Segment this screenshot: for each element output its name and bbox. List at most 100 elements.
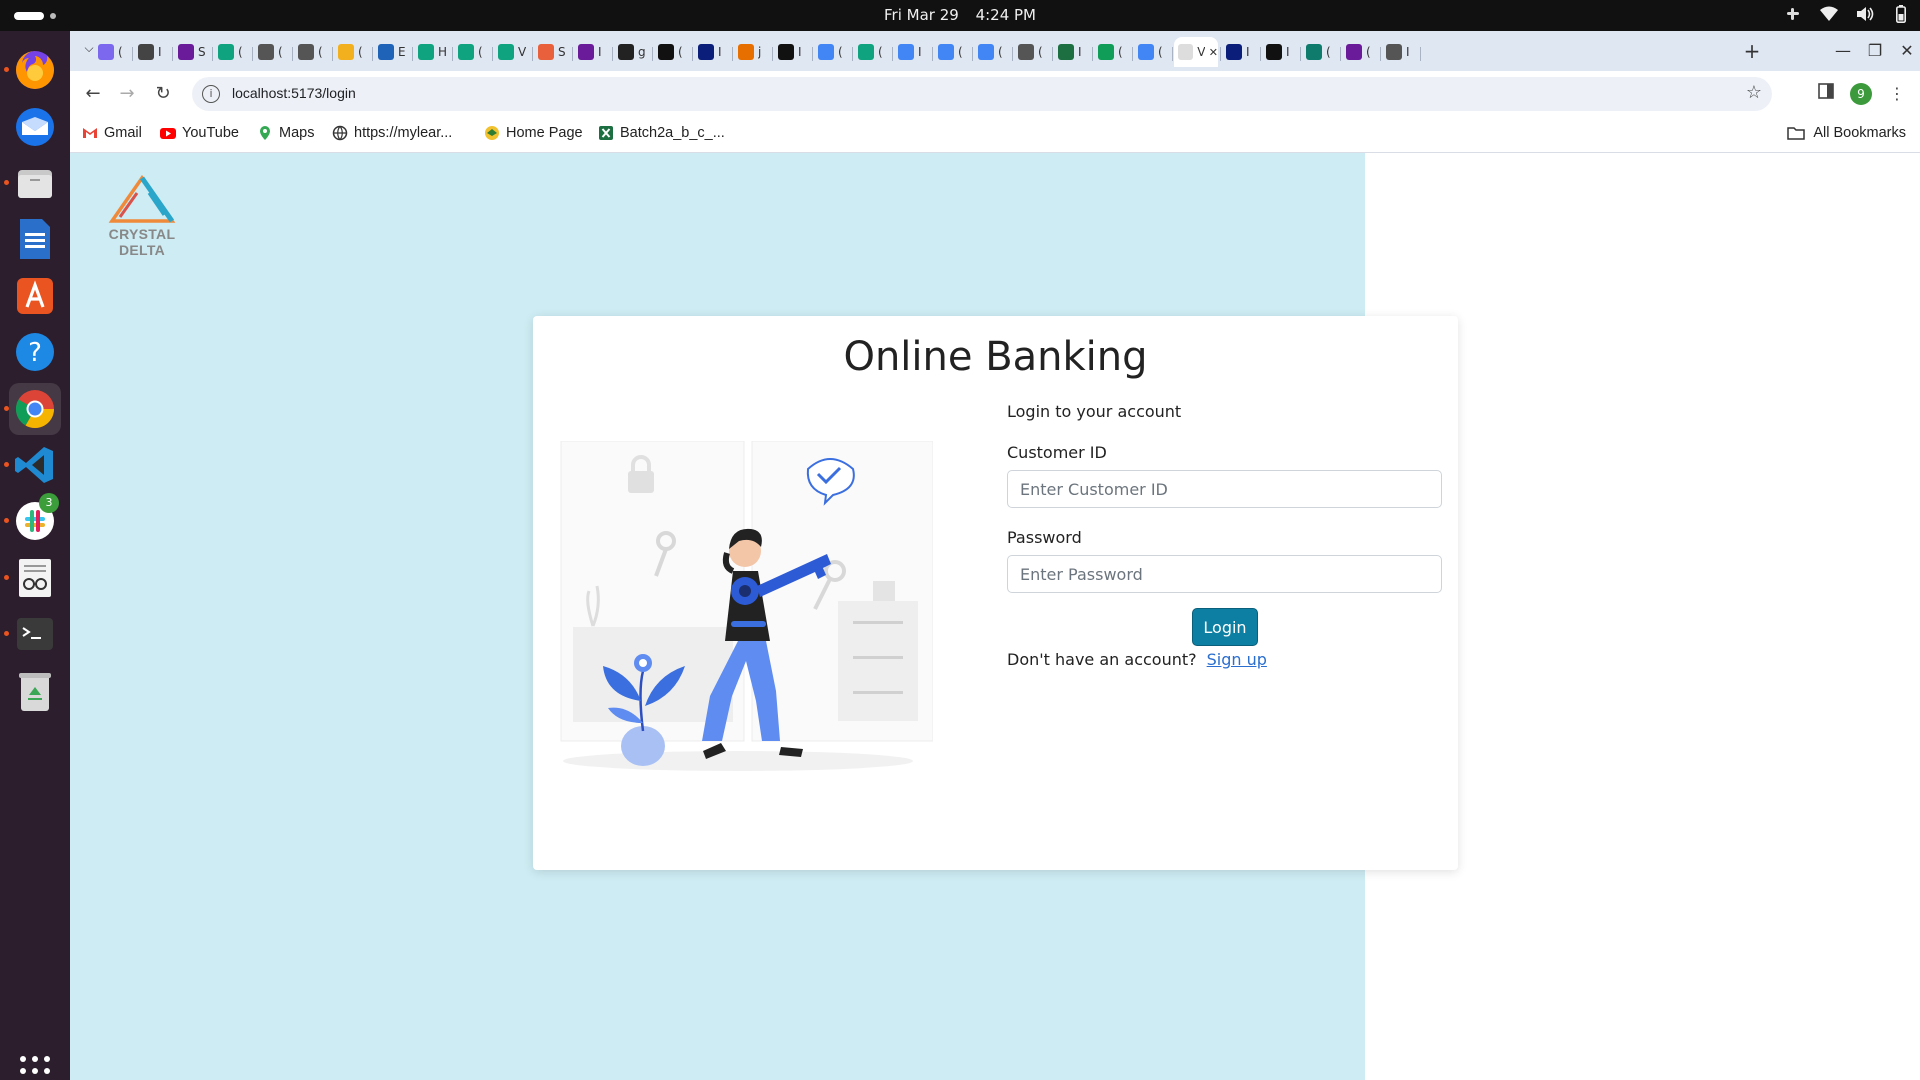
vscode-icon <box>15 447 53 483</box>
site-info-icon[interactable]: i <box>202 85 220 103</box>
tab[interactable]: ( <box>94 37 130 67</box>
side-panel-icon[interactable] <box>1814 82 1838 106</box>
tab[interactable]: g <box>614 37 650 67</box>
tab[interactable]: S <box>174 37 210 67</box>
back-icon[interactable]: ← <box>80 81 106 107</box>
tab[interactable]: H <box>414 37 450 67</box>
bookmark-maps[interactable]: Maps <box>257 125 314 141</box>
dock-files[interactable] <box>4 157 61 209</box>
tab-favicon-icon <box>618 44 634 60</box>
tab-favicon-icon <box>138 44 154 60</box>
login-button[interactable]: Login <box>1192 608 1258 646</box>
battery-icon[interactable] <box>1892 5 1910 23</box>
tab-separator <box>452 47 453 61</box>
address-bar[interactable]: i localhost:5173/login ☆ <box>192 77 1772 111</box>
url-text[interactable]: localhost:5173/login <box>232 85 356 101</box>
dock-app-center[interactable] <box>9 270 61 322</box>
close-tab-icon[interactable]: ✕ <box>1209 46 1218 59</box>
restore-icon[interactable]: ❐ <box>1862 39 1888 65</box>
bookmark-youtube[interactable]: YouTube <box>160 125 239 141</box>
tab[interactable]: I <box>774 37 810 67</box>
bookmark-star-icon[interactable]: ☆ <box>1746 82 1762 103</box>
tab-active[interactable]: V ✕ <box>1174 37 1218 67</box>
tab-title: S <box>558 45 566 59</box>
password-input[interactable] <box>1007 555 1442 593</box>
tab-separator <box>412 47 413 61</box>
tab[interactable]: ( <box>334 37 370 67</box>
tab[interactable]: I <box>1222 37 1258 67</box>
tab-separator <box>892 47 893 61</box>
tab[interactable]: I <box>1054 37 1090 67</box>
tab-favicon-icon <box>1266 44 1282 60</box>
slack-tray-icon[interactable] <box>1784 5 1802 23</box>
tab-separator <box>492 47 493 61</box>
wifi-icon[interactable] <box>1820 5 1838 23</box>
bookmark-label: Gmail <box>104 125 142 141</box>
system-tray[interactable] <box>1784 5 1910 23</box>
tab[interactable]: ( <box>1014 37 1050 67</box>
tab[interactable]: ( <box>1094 37 1130 67</box>
tab[interactable]: I <box>694 37 730 67</box>
tab[interactable]: ( <box>1342 37 1378 67</box>
close-window-icon[interactable]: ✕ <box>1894 39 1920 65</box>
tab-title: ( <box>238 45 243 59</box>
tab[interactable]: ( <box>814 37 850 67</box>
tab[interactable]: E <box>374 37 410 67</box>
reload-icon[interactable]: ↻ <box>150 81 176 107</box>
tab[interactable]: I <box>574 37 610 67</box>
tab-title: I <box>1078 45 1082 59</box>
tab[interactable]: I <box>1262 37 1298 67</box>
show-apps-button[interactable] <box>20 1056 50 1080</box>
tab[interactable]: ( <box>214 37 250 67</box>
tab-title: ( <box>478 45 483 59</box>
dock-firefox[interactable] <box>4 44 61 96</box>
new-tab-button[interactable]: + <box>1739 39 1765 65</box>
dock-thunderbird[interactable] <box>9 101 61 153</box>
tab[interactable]: ( <box>294 37 330 67</box>
crystal-delta-logo[interactable]: CRYSTAL DELTA <box>92 174 192 258</box>
tab[interactable]: S <box>534 37 570 67</box>
tab-title: I <box>1246 45 1250 59</box>
tab[interactable]: ( <box>1134 37 1170 67</box>
dock-trash[interactable] <box>9 665 61 717</box>
dock-vscode[interactable] <box>4 439 61 491</box>
tab-title: V <box>1197 45 1205 59</box>
clock[interactable]: Fri Mar 29 4:24 PM <box>0 6 1920 24</box>
customer-id-input[interactable] <box>1007 470 1442 508</box>
tab[interactable]: I <box>894 37 930 67</box>
tab-title: ( <box>1326 45 1331 59</box>
dock-terminal[interactable] <box>4 608 61 660</box>
dock-slack[interactable]: 3 <box>4 493 61 547</box>
forward-icon[interactable]: → <box>114 81 140 107</box>
menu-kebab-icon[interactable]: ⋮ <box>1885 82 1909 106</box>
bookmark-label: Batch2a_b_c_... <box>620 125 725 141</box>
tab[interactable]: ( <box>934 37 970 67</box>
bookmark-mylear[interactable]: https://mylear... <box>332 125 452 141</box>
tab[interactable]: V <box>494 37 530 67</box>
dock-chrome[interactable] <box>4 383 61 435</box>
svg-text:?: ? <box>28 338 42 368</box>
tab[interactable]: ( <box>454 37 490 67</box>
folder-icon <box>1787 127 1806 140</box>
tab[interactable]: ( <box>1302 37 1338 67</box>
tab[interactable]: I <box>134 37 170 67</box>
tab-separator <box>1220 47 1221 61</box>
bookmark-home-page[interactable]: Home Page <box>484 125 583 141</box>
all-bookmarks[interactable]: All Bookmarks <box>1787 125 1906 141</box>
volume-icon[interactable] <box>1856 5 1874 23</box>
bookmark-gmail[interactable]: Gmail <box>82 125 142 141</box>
signup-link[interactable]: Sign up <box>1207 650 1267 669</box>
tab[interactable]: I <box>1382 37 1418 67</box>
tab[interactable]: ( <box>974 37 1010 67</box>
dock-writer[interactable] <box>9 213 61 265</box>
bookmark-batch[interactable]: Batch2a_b_c_... <box>598 125 725 141</box>
minimize-icon[interactable]: — <box>1830 39 1856 65</box>
tab-separator <box>1132 47 1133 61</box>
profile-avatar[interactable]: 9 <box>1850 83 1872 105</box>
tab[interactable]: j <box>734 37 770 67</box>
tab[interactable]: ( <box>254 37 290 67</box>
tab[interactable]: ( <box>854 37 890 67</box>
tab[interactable]: ( <box>654 37 690 67</box>
dock-document-viewer[interactable] <box>4 552 61 604</box>
dock-help[interactable]: ? <box>9 326 61 378</box>
